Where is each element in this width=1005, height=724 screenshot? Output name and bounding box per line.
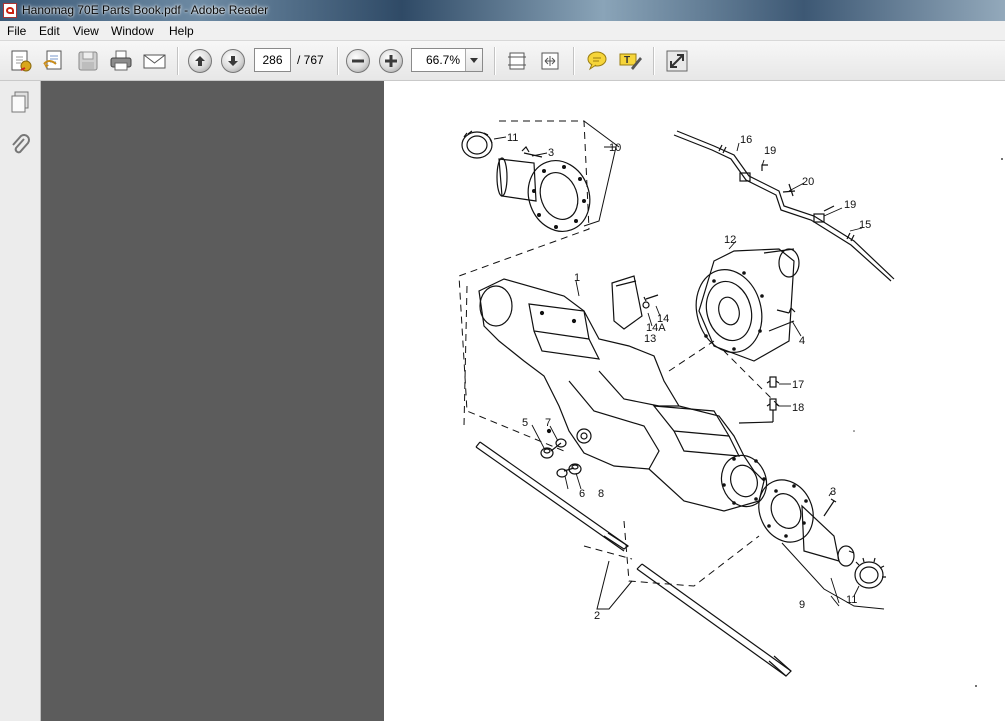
axle-housing [478, 278, 768, 512]
highlight-icon: T [619, 53, 642, 70]
menu-edit[interactable]: Edit [36, 23, 63, 39]
hub-assembly-right [758, 479, 886, 589]
previous-page-button[interactable] [188, 49, 212, 73]
callout-8: 8 [598, 488, 604, 500]
callout-12: 12 [724, 234, 736, 246]
navigation-pane [0, 81, 41, 721]
comment-button[interactable] [584, 48, 610, 74]
highlight-button[interactable]: T [617, 48, 643, 74]
callout-20: 20 [802, 176, 814, 188]
previous-page-icon [195, 56, 205, 66]
create-pdf-icon [11, 50, 32, 72]
attachments-panel-icon [12, 134, 30, 154]
menu-window[interactable]: Window [108, 23, 157, 39]
callout-7: 7 [545, 417, 551, 429]
callout-10: 10 [609, 142, 621, 154]
differential-housing [695, 248, 800, 362]
callout-5: 5 [522, 417, 528, 429]
zoom-out-button[interactable] [346, 49, 370, 73]
title-bar: Hanomag 70E Parts Book.pdf - Adobe Reade… [0, 0, 1005, 21]
zoom-in-button[interactable] [379, 49, 403, 73]
create-pdf-button[interactable] [8, 48, 34, 74]
brake-pipes [673, 130, 895, 282]
callout-2: 2 [594, 610, 600, 622]
page-count: / 767 [297, 53, 324, 67]
email-icon [143, 54, 166, 69]
callout-19-top: 19 [764, 145, 776, 157]
comment-icon [587, 51, 607, 71]
callout-13: 13 [644, 333, 656, 345]
fullscreen-button[interactable] [664, 48, 690, 74]
save-icon [78, 51, 98, 71]
callout-4: 4 [799, 335, 805, 347]
callout-19-right: 19 [844, 199, 856, 211]
callout-1: 1 [574, 272, 580, 284]
pages-panel-icon [11, 91, 29, 113]
window-title: Hanomag 70E Parts Book.pdf - Adobe Reade… [22, 3, 269, 17]
pages-panel-button[interactable] [8, 90, 32, 114]
grease-fittings [738, 376, 780, 424]
print-button[interactable] [108, 48, 134, 74]
menu-file[interactable]: File [4, 23, 29, 39]
print-icon [110, 50, 132, 71]
zoom-select[interactable]: 66.7% [411, 48, 483, 72]
drive-shafts [475, 441, 792, 677]
pdf-app-icon [3, 3, 17, 18]
chevron-down-icon[interactable] [465, 49, 482, 71]
zoom-in-icon [385, 55, 397, 67]
zoom-value: 66.7% [426, 53, 461, 67]
toolbar: T [0, 41, 1005, 81]
next-page-icon [228, 56, 238, 66]
fit-page-button[interactable] [504, 48, 530, 74]
menu-bar: File Edit View Window Help [0, 21, 1005, 41]
save-button[interactable] [75, 48, 101, 74]
edit-icon [43, 50, 62, 70]
fit-width-button[interactable] [537, 48, 563, 74]
email-button[interactable] [141, 48, 167, 74]
next-page-button[interactable] [221, 49, 245, 73]
callout-16: 16 [740, 134, 752, 146]
menu-help[interactable]: Help [166, 23, 197, 39]
attachments-panel-button[interactable] [8, 133, 32, 157]
svg-text:T: T [624, 55, 630, 66]
fullscreen-icon [666, 50, 688, 72]
callout-3-right: 3 [830, 486, 836, 498]
callout-3-top: 3 [548, 147, 554, 159]
fit-page-icon [508, 52, 526, 70]
callout-17: 18 [792, 402, 804, 414]
menu-view[interactable]: View [70, 23, 102, 39]
callout-15: 15 [859, 219, 871, 231]
callout-11-top: 11 [507, 132, 518, 144]
hub-assembly-top [461, 130, 591, 232]
callout-18: 17 [792, 379, 804, 391]
page-number-input[interactable]: 286 [254, 48, 291, 72]
pdf-page: 11 3 10 16 19 20 19 15 12 1 14 14A 13 4 … [384, 81, 1005, 721]
edit-button[interactable] [41, 48, 67, 74]
plugs-washers [540, 438, 582, 478]
callout-9: 9 [799, 599, 805, 611]
axle-parts-diagram: 11 3 10 16 19 20 19 15 12 1 14 14A 13 4 … [458, 120, 1003, 687]
callout-6: 6 [579, 488, 585, 500]
callout-11-right: 11 [846, 594, 857, 606]
zoom-out-icon [352, 59, 364, 63]
fit-width-icon [541, 52, 559, 70]
